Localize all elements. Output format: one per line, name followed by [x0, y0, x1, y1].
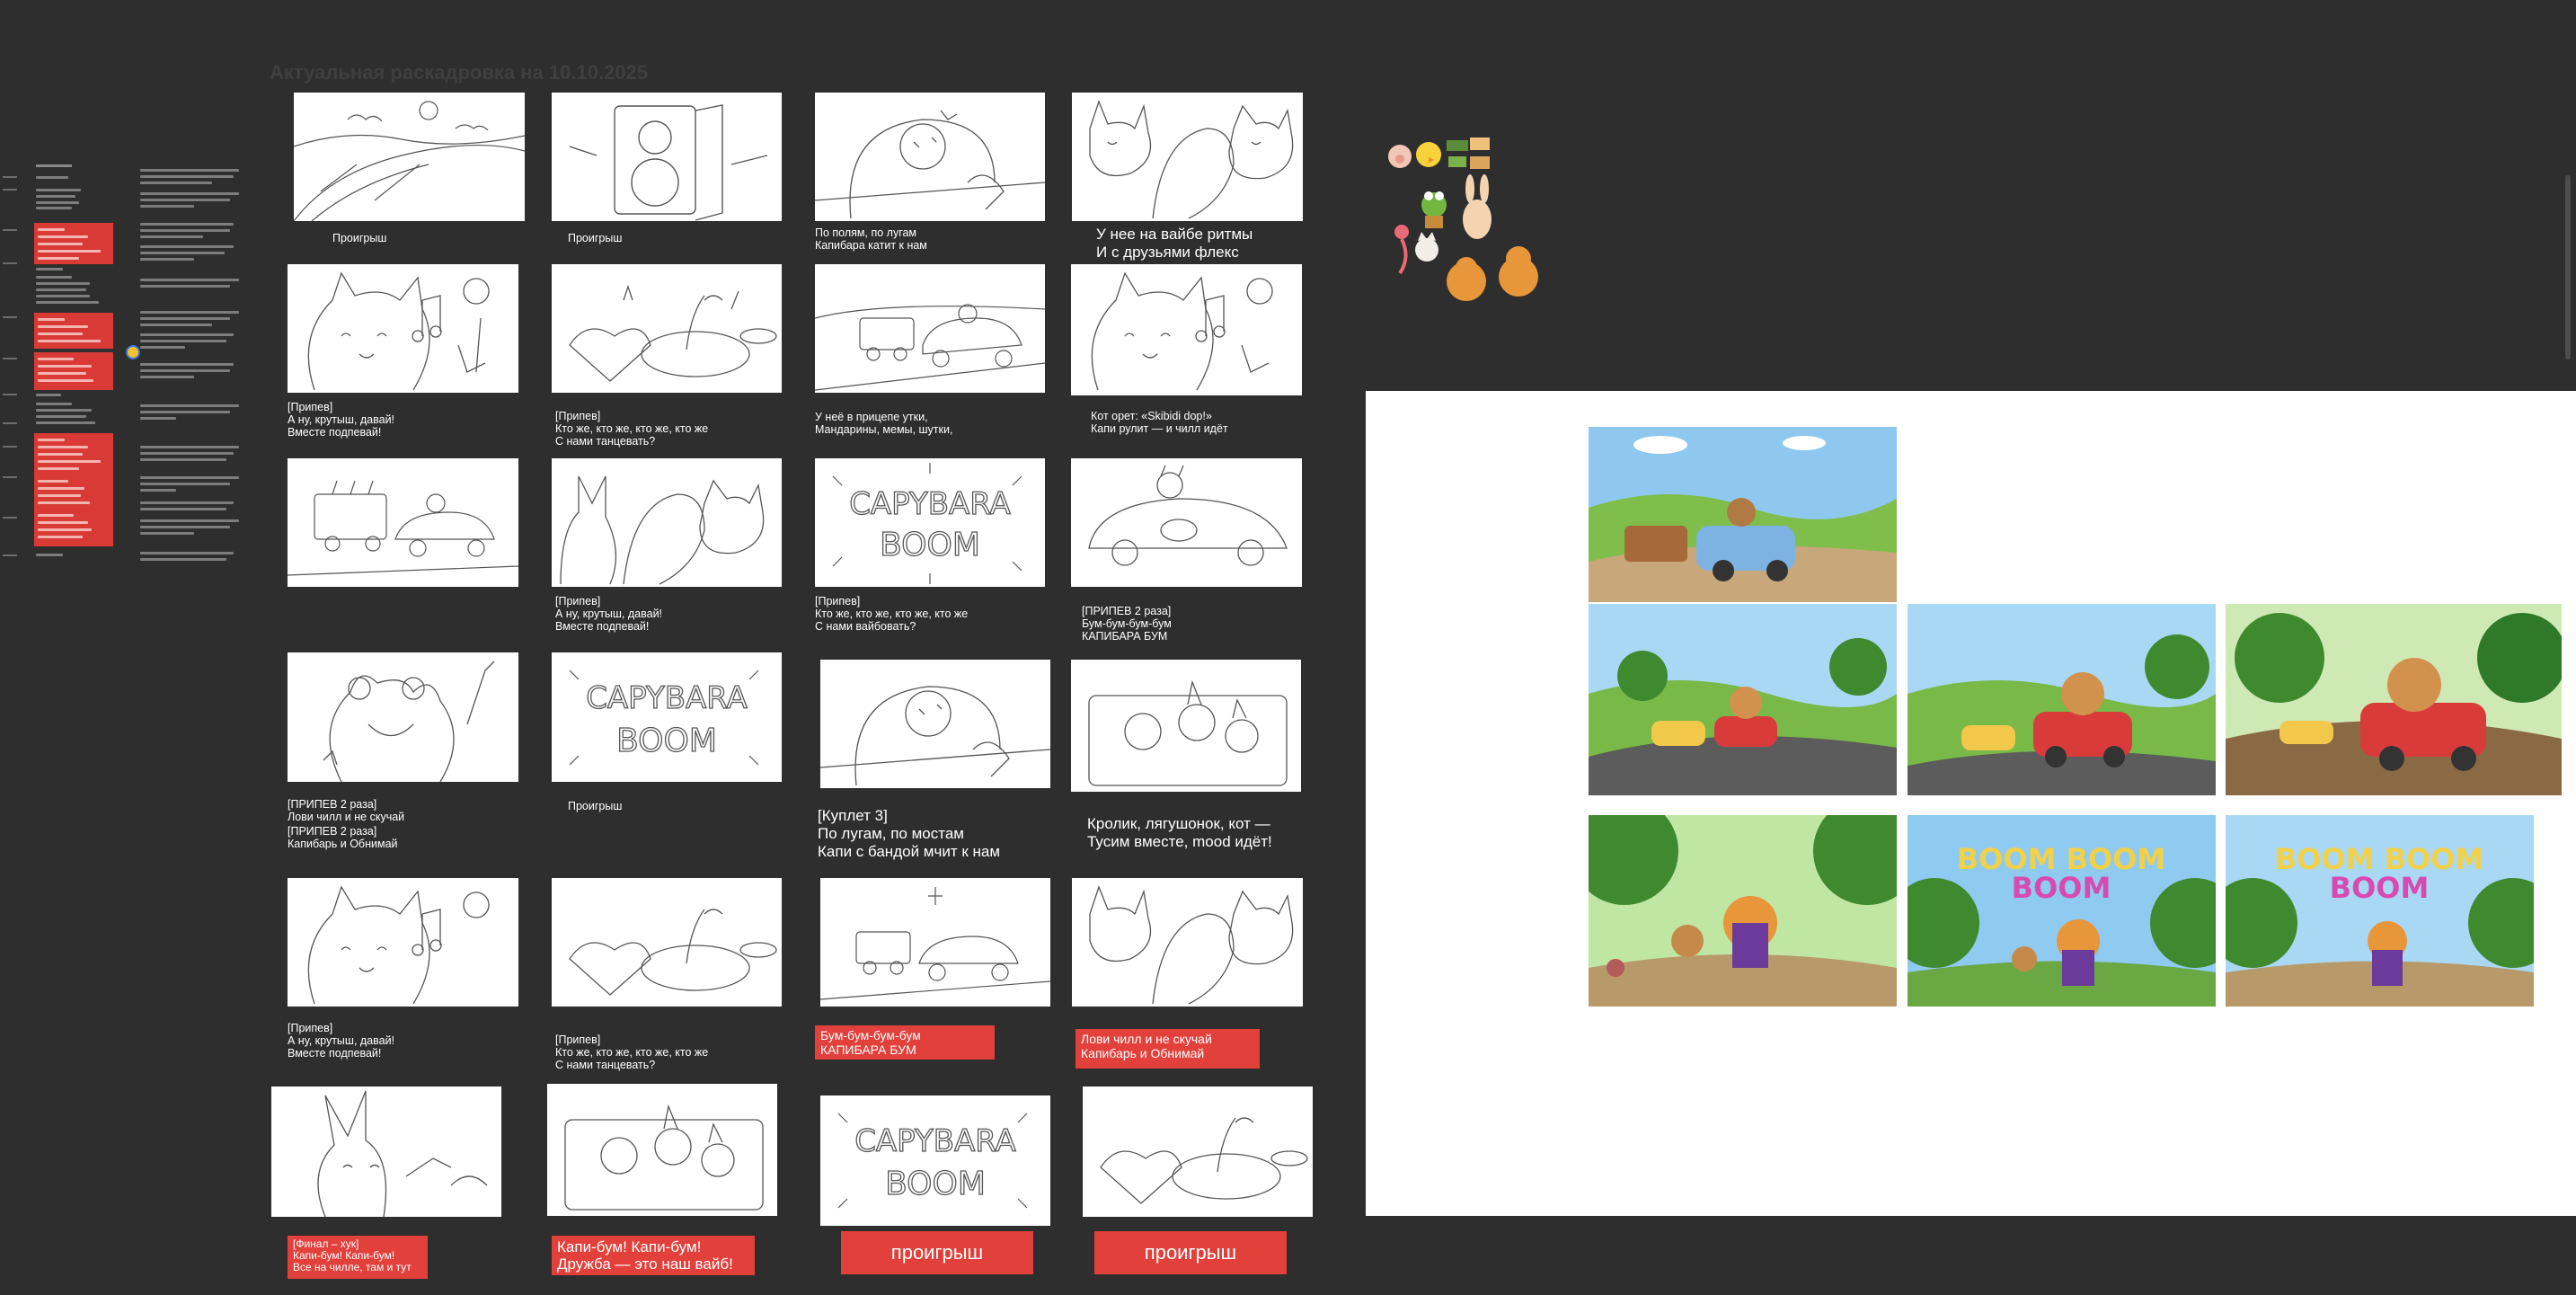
- frame-caption: [Припев] А ну, крутыш, давай! Вместе под…: [555, 595, 663, 633]
- render-title-line2: BOOM: [2330, 871, 2430, 905]
- sketch-frame-bunny-cat[interactable]: [1072, 93, 1303, 221]
- sketch-frame-cat-sing-3[interactable]: [288, 878, 518, 1007]
- frame-caption: [Припев] А ну, крутыш, давай! Вместе под…: [288, 401, 395, 439]
- frame-caption-highlight: Лови чилл и не скучай Капибарь и Обнимай: [1076, 1029, 1260, 1069]
- sketch-frame-capybara-boom-2[interactable]: CAPYBARA BOOM: [552, 652, 782, 782]
- render-title-line2: BOOM: [2012, 871, 2111, 905]
- sketch-frame-capybara-boom-3[interactable]: CAPYBARA BOOM: [820, 1095, 1050, 1226]
- sketch-frame-speaker[interactable]: [552, 93, 782, 221]
- sketch-frame-bunny-sing[interactable]: [271, 1087, 501, 1217]
- sketch-frame-heart-pond-2[interactable]: [552, 878, 782, 1007]
- frame-caption: [Припев] А ну, крутыш, давай! Вместе под…: [288, 1022, 395, 1060]
- frame-caption: Кролик, лягушонок, кот — Тусим вместе, m…: [1087, 815, 1272, 850]
- board-title: Актуальная раскадровка на 10.10.2025: [270, 61, 648, 84]
- mini-figures-icon: [1447, 137, 1490, 169]
- frame-caption-highlight: Бум-бум-бум-бум КАПИБАРА БУМ: [815, 1025, 995, 1060]
- sketch-frame-convoy-2[interactable]: [820, 878, 1050, 1007]
- script-panel[interactable]: [0, 162, 252, 566]
- sketch-frame-capybara-drive-2[interactable]: [820, 660, 1050, 788]
- collaborator-cursor-icon: [126, 345, 140, 359]
- sketch-title-line2: BOOM: [880, 527, 980, 563]
- sketch-frame-car[interactable]: [1071, 458, 1302, 587]
- chick-character-icon: [1416, 142, 1441, 167]
- frame-caption: [ПРИПЕВ 2 раза] Лови чилл и не скучай: [288, 798, 405, 823]
- frame-caption: У неё в прицепе утки, Мандарины, мемы, ш…: [815, 411, 953, 436]
- sketch-frame-frog-wave[interactable]: [288, 652, 518, 782]
- frame-caption: [ПРИПЕВ 2 раза] Капибарь и Обнимай: [288, 825, 398, 850]
- frame-caption: Проигрыш: [568, 232, 623, 244]
- render-frame-jungle-boom-1[interactable]: BOOM BOOM BOOM: [1908, 815, 2216, 1007]
- cat-character-icon: [1415, 232, 1438, 262]
- sketch-frame-cat-sing-2[interactable]: [1071, 264, 1302, 395]
- frame-caption: Проигрыш: [332, 232, 387, 244]
- sketch-frame-capybara-drive[interactable]: [815, 93, 1045, 221]
- render-frame-race-2[interactable]: [1908, 604, 2216, 795]
- sketch-frame-cat-sing[interactable]: [288, 264, 518, 393]
- frame-caption: По полям, по лугам Капибара катит к нам: [815, 226, 927, 252]
- render-frame-jungle-boom-2[interactable]: BOOM BOOM BOOM: [2226, 815, 2534, 1007]
- sketch-frame-friends-car[interactable]: [1071, 660, 1301, 792]
- sketch-frame-friends[interactable]: [552, 458, 782, 587]
- sketch-frame-trailer[interactable]: [815, 264, 1045, 393]
- frame-caption: [Припев] Кто же, кто же, кто же, кто же …: [815, 595, 969, 633]
- render-frame-race-1[interactable]: [1589, 604, 1897, 795]
- sketch-frame-friends-car-2[interactable]: [547, 1084, 777, 1216]
- frame-caption-highlight: Капи-бум! Капи-бум! Дружба — это наш вай…: [552, 1236, 755, 1275]
- tiger-cat-character-2-icon: [1499, 246, 1538, 297]
- character-sticker-sheet[interactable]: [1384, 133, 1545, 313]
- sketch-title-line1: CAPYBARA: [854, 1123, 1016, 1159]
- sketch-frame-convoy[interactable]: [288, 458, 518, 587]
- sketch-title-line2: BOOM: [616, 723, 717, 759]
- bunny-character-icon: [1463, 174, 1492, 239]
- sketch-title-line1: CAPYBARA: [849, 486, 1011, 522]
- frame-caption: У нее на вайбе ритмы И с друзьями флекс: [1096, 226, 1253, 261]
- render-frame-jungle-1[interactable]: [1589, 815, 1897, 1007]
- interlude-label: проигрыш: [841, 1231, 1033, 1274]
- render-canvas[interactable]: [1366, 391, 2576, 1216]
- pig-character-icon: [1388, 145, 1412, 168]
- frame-caption: [ПРИПЕВ 2 раза] Бум-бум-бум-бум КАПИБАРА…: [1082, 605, 1172, 643]
- interlude-label: проигрыш: [1094, 1231, 1287, 1274]
- frame-caption: [Куплет 3] По лугам, по мостам Капи с ба…: [818, 807, 1001, 860]
- sketch-frame-heart-pond-3[interactable]: [1083, 1087, 1313, 1217]
- frame-caption: Кот орет: «Skibidi dop!» Капи рулит — и …: [1091, 410, 1228, 435]
- render-frame-road-trip[interactable]: [1589, 427, 1897, 602]
- sketch-title-line2: BOOM: [885, 1166, 986, 1202]
- frame-caption: [Припев] Кто же, кто же, кто же, кто же …: [555, 1033, 709, 1071]
- flamingo-character-icon: [1394, 225, 1409, 275]
- sketch-frame-capybara-boom-title[interactable]: CAPYBARA BOOM: [815, 458, 1045, 587]
- frame-caption: Проигрыш: [568, 800, 623, 812]
- tiger-cat-character-icon: [1447, 257, 1486, 301]
- frame-caption: [Припев] Кто же, кто же, кто же, кто же …: [555, 410, 709, 448]
- vertical-scrollbar[interactable]: [2565, 175, 2571, 359]
- frog-character-icon: [1421, 191, 1447, 228]
- sketch-frame-landscape[interactable]: [294, 93, 525, 221]
- render-frame-race-3[interactable]: [2226, 604, 2562, 795]
- frame-caption-highlight: [Финал – хук] Капи-бум! Капи-бум! Все на…: [288, 1236, 428, 1279]
- sketch-frame-heart-pond[interactable]: [552, 264, 782, 393]
- sketch-title-line1: CAPYBARA: [586, 680, 748, 716]
- sketch-frame-bunny-cat-2[interactable]: [1072, 878, 1303, 1007]
